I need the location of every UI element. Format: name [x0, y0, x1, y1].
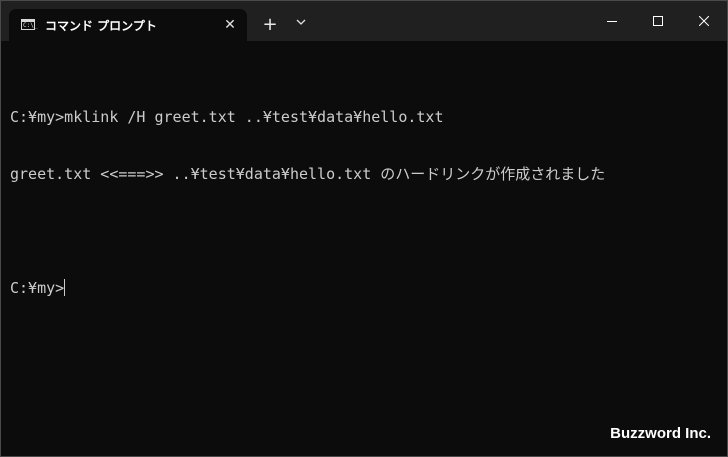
- tab-icon-label: C:\_: [23, 22, 38, 29]
- command-prompt-icon: C:\_: [21, 19, 38, 30]
- chevron-down-icon[interactable]: [291, 15, 311, 35]
- minimize-button[interactable]: [589, 1, 635, 41]
- terminal-line: C:¥my>mklink /H greet.txt ..¥test¥data¥h…: [10, 108, 444, 126]
- title-bar[interactable]: C:\_ コマンド プロンプト ✕ +: [1, 1, 727, 41]
- close-icon: [699, 16, 709, 26]
- minimize-icon: [607, 21, 617, 22]
- window-close-button[interactable]: [681, 1, 727, 41]
- maximize-button[interactable]: [635, 1, 681, 41]
- prompt-text: C:¥my>: [10, 279, 65, 297]
- terminal-window: C:\_ コマンド プロンプト ✕ + C:¥my>mklink /H gree…: [0, 0, 728, 457]
- tab-close-icon[interactable]: ✕: [220, 15, 240, 35]
- maximize-icon: [653, 16, 663, 26]
- watermark: Buzzword Inc.: [610, 425, 711, 442]
- terminal-line: greet.txt <<===>> ..¥test¥data¥hello.txt…: [10, 165, 606, 183]
- new-tab-plus-icon[interactable]: +: [260, 15, 280, 35]
- terminal-output[interactable]: C:¥my>mklink /H greet.txt ..¥test¥data¥h…: [10, 70, 605, 336]
- prompt-line: C:¥my>: [10, 279, 605, 298]
- text-cursor: [64, 279, 66, 296]
- tab-command-prompt[interactable]: C:\_ コマンド プロンプト ✕: [9, 9, 247, 41]
- tab-title: コマンド プロンプト: [45, 19, 157, 33]
